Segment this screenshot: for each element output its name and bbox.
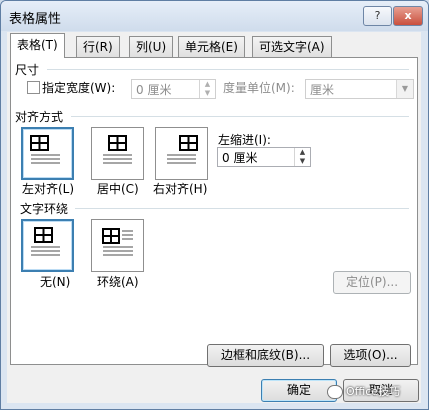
wrap-around-label: 环绕(A) [97,275,139,289]
spin-up-icon[interactable]: ▲ [295,148,310,157]
measure-unit-value: 厘米 [310,83,335,97]
align-right-label: 右对齐(H) [153,182,208,196]
divider [47,69,409,70]
close-button[interactable]: x [393,6,423,26]
help-button[interactable]: ? [363,6,392,26]
align-left-icon [30,135,60,164]
wrap-around-option[interactable] [91,219,144,272]
align-left-option[interactable] [21,127,74,180]
left-indent-stepper[interactable]: 0 厘米 ▲ ▼ [217,147,311,167]
watermark-text: Office技巧 [346,385,401,398]
borders-shading-button[interactable]: 边框和底纹(B)... [207,344,324,367]
width-value: 0 厘米 [136,83,172,97]
measure-unit-select[interactable]: 厘米 ▼ [305,79,414,99]
align-center-label: 居中(C) [97,182,139,196]
table-tab-panel: 尺寸 指定宽度(W): 0 厘米 ▲▼ 度量单位(M): 厘米 ▼ 对齐方式 [10,57,418,367]
tab-cell[interactable]: 单元格(E) [178,36,245,57]
chevron-down-icon[interactable]: ▼ [396,80,413,98]
spin-down-icon[interactable]: ▼ [295,157,310,166]
align-right-option[interactable] [155,127,208,180]
align-center-icon [103,135,132,164]
wrap-none-option[interactable] [21,219,74,272]
tab-row[interactable]: 行(R) [76,36,120,57]
wrap-around-icon [102,228,133,256]
specify-width-label: 指定宽度(W): [42,81,116,95]
tab-column[interactable]: 列(U) [129,36,174,57]
dialog-body: 表格(T) 行(R) 列(U) 单元格(E) 可选文字(A) 尺寸 指定宽度(W… [7,32,421,403]
wechat-icon [327,385,343,399]
align-left-label: 左对齐(L) [22,182,75,196]
tab-alt-text[interactable]: 可选文字(A) [252,36,332,57]
options-button[interactable]: 选项(O)... [330,344,411,367]
tab-table[interactable]: 表格(T) [10,33,65,58]
wrap-none-icon [31,227,60,256]
left-indent-value: 0 厘米 [222,151,258,165]
left-indent-label: 左缩进(I): [218,133,271,147]
measure-unit-label: 度量单位(M): [223,81,295,95]
align-center-option[interactable] [91,127,144,180]
width-stepper[interactable]: 0 厘米 ▲ ▼ [131,79,216,99]
title-bar[interactable]: 表格属性 ? x [1,1,428,31]
divider [75,208,409,209]
alignment-heading: 对齐方式 [15,110,64,124]
spin-up-icon[interactable]: ▲ [200,80,215,89]
size-heading: 尺寸 [15,63,40,77]
ok-button[interactable]: 确定 [261,379,337,402]
align-right-icon [167,135,198,164]
specify-width-checkbox[interactable] [27,81,40,94]
spin-down-icon[interactable]: ▼ [200,89,215,98]
watermark: Office技巧 [327,383,400,399]
text-wrapping-heading: 文字环绕 [20,202,69,216]
table-properties-dialog: 表格属性 ? x 表格(T) 行(R) 列(U) 单元格(E) 可选文字(A) … [0,0,429,410]
wrap-none-label: 无(N) [40,275,71,289]
dialog-title: 表格属性 [9,12,62,27]
position-button[interactable]: 定位(P)... [333,271,411,294]
divider [71,116,409,117]
